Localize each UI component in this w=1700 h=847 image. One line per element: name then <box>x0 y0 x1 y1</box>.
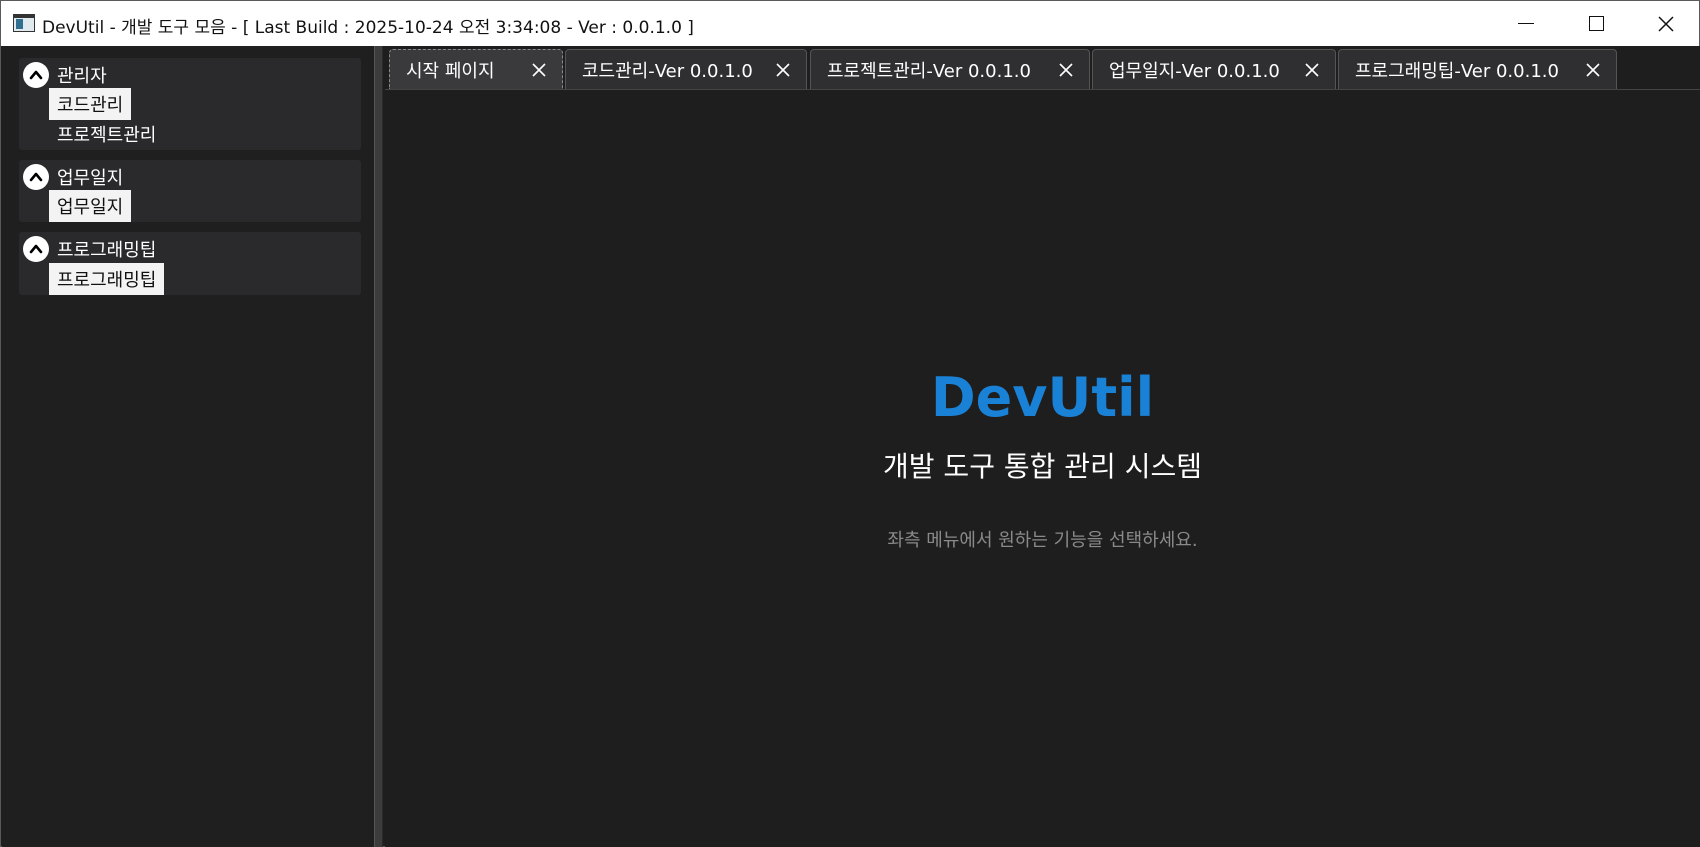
tab-label: 시작 페이지 <box>406 60 495 82</box>
tab-project-management[interactable]: 프로젝트관리-Ver 0.0.1.0 <box>810 49 1090 89</box>
close-icon <box>776 63 790 77</box>
sidebar-group-programming-tips: 프로그래밍팁 프로그래밍팁 <box>19 232 361 295</box>
close-icon <box>1586 63 1600 77</box>
tab-close-button[interactable] <box>774 61 792 79</box>
tab-close-button[interactable] <box>530 61 548 79</box>
close-icon <box>1658 15 1674 32</box>
window-title: DevUtil - 개발 도구 모음 - [ Last Build : 2025… <box>42 18 694 38</box>
tab-programming-tips[interactable]: 프로그래밍팁-Ver 0.0.1.0 <box>1338 49 1617 89</box>
expander-button[interactable] <box>23 236 49 262</box>
minimize-button[interactable] <box>1491 1 1561 46</box>
tab-strip: 시작 페이지 코드관리-Ver 0.0.1.0 프로젝트관리-Ver 0.0.1… <box>385 46 1700 89</box>
sidebar-group-title: 관리자 <box>57 66 107 87</box>
tab-close-button[interactable] <box>1303 61 1321 79</box>
sidebar-group-header[interactable]: 관리자 <box>23 61 107 89</box>
sidebar: 관리자 코드관리 프로젝트관리 업무일지 업무일지 프로그래밍팁 프로그래밍팁 <box>2 46 374 847</box>
app-brand-title: DevUtil <box>930 366 1155 429</box>
start-page-content: DevUtil 개발 도구 통합 관리 시스템 좌측 메뉴에서 원하는 기능을 … <box>385 89 1700 847</box>
title-bar[interactable]: DevUtil - 개발 도구 모음 - [ Last Build : 2025… <box>1 1 1699 46</box>
tab-close-button[interactable] <box>1584 61 1602 79</box>
tab-label: 업무일지-Ver 0.0.1.0 <box>1109 60 1280 82</box>
sidebar-group-title: 프로그래밍팁 <box>57 240 157 261</box>
app-window: DevUtil - 개발 도구 모음 - [ Last Build : 2025… <box>0 0 1700 847</box>
maximize-button[interactable] <box>1561 1 1631 46</box>
sidebar-item-programming-tips[interactable]: 프로그래밍팁 <box>49 263 165 295</box>
sidebar-group-work-log: 업무일지 업무일지 <box>19 160 361 222</box>
sidebar-group-title: 업무일지 <box>57 168 124 189</box>
close-icon <box>1059 63 1073 77</box>
sidebar-item-work-log[interactable]: 업무일지 <box>49 190 132 222</box>
tab-label: 프로그래밍팁-Ver 0.0.1.0 <box>1355 60 1559 82</box>
sidebar-item-project-management[interactable]: 프로젝트관리 <box>49 118 164 150</box>
app-brand-subtitle: 개발 도구 통합 관리 시스템 <box>883 450 1202 483</box>
sidebar-group-header[interactable]: 업무일지 <box>23 163 123 191</box>
expander-button[interactable] <box>23 164 49 190</box>
tab-close-button[interactable] <box>1057 61 1075 79</box>
expander-button[interactable] <box>23 62 49 88</box>
chevron-up-icon <box>29 244 43 254</box>
tab-label: 프로젝트관리-Ver 0.0.1.0 <box>827 60 1031 82</box>
close-icon <box>1305 63 1319 77</box>
chevron-up-icon <box>29 70 43 80</box>
close-window-button[interactable] <box>1631 1 1700 46</box>
sidebar-group-header[interactable]: 프로그래밍팁 <box>23 235 156 263</box>
minimize-icon <box>1518 22 1534 25</box>
start-page-hint: 좌측 메뉴에서 원하는 기능을 선택하세요. <box>887 530 1198 551</box>
tab-code-management[interactable]: 코드관리-Ver 0.0.1.0 <box>565 49 807 89</box>
sidebar-splitter[interactable] <box>374 46 383 847</box>
tab-work-log[interactable]: 업무일지-Ver 0.0.1.0 <box>1092 49 1336 89</box>
app-window-icon[interactable] <box>13 14 35 32</box>
maximize-icon <box>1588 16 1604 31</box>
sidebar-item-code-management[interactable]: 코드관리 <box>49 88 132 120</box>
tab-label: 코드관리-Ver 0.0.1.0 <box>582 60 753 82</box>
tab-start-page[interactable]: 시작 페이지 <box>389 49 563 89</box>
close-icon <box>532 63 546 77</box>
chevron-up-icon <box>29 172 43 182</box>
sidebar-group-admin: 관리자 코드관리 프로젝트관리 <box>19 58 361 150</box>
